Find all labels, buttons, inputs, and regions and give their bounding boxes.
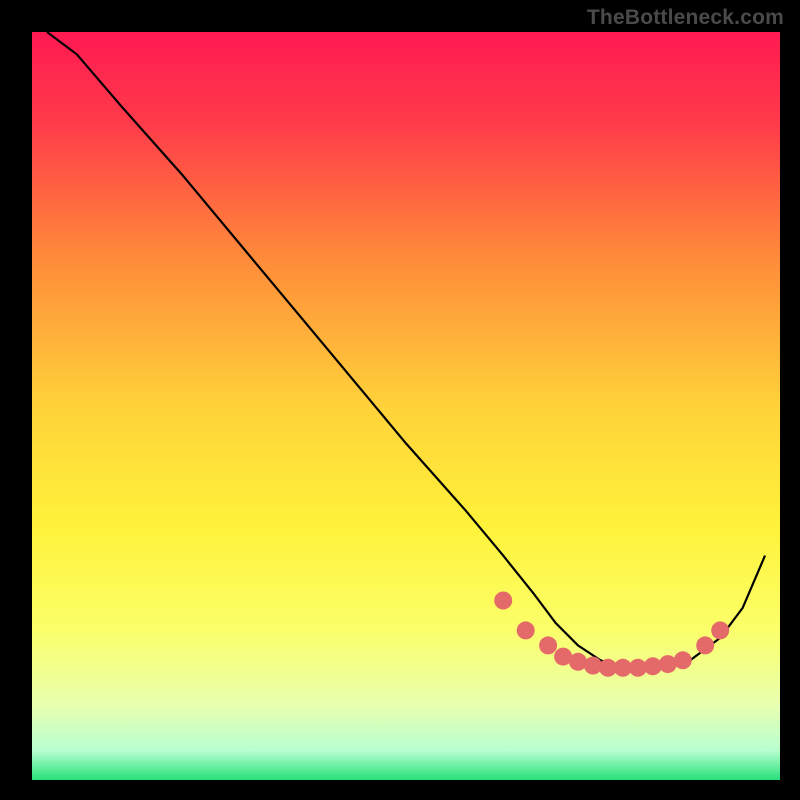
highlight-dot	[659, 655, 677, 673]
highlight-dot	[711, 621, 729, 639]
highlight-dot	[494, 592, 512, 610]
highlight-dot	[674, 651, 692, 669]
highlight-dot	[539, 636, 557, 654]
bottleneck-chart	[0, 0, 800, 800]
highlight-dot	[696, 636, 714, 654]
highlight-dot	[569, 653, 587, 671]
watermark-text: TheBottleneck.com	[587, 6, 784, 30]
highlight-dot	[517, 621, 535, 639]
chart-frame: TheBottleneck.com	[0, 0, 800, 800]
